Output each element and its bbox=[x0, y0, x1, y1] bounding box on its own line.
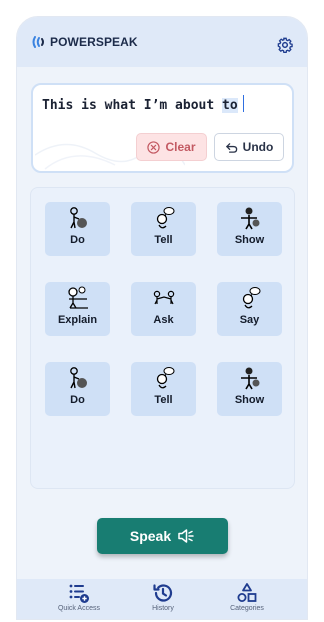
person-showing-icon bbox=[240, 207, 259, 230]
speaker-icon bbox=[178, 529, 194, 543]
sound-waves-icon bbox=[32, 36, 44, 48]
sentence-box[interactable]: This is what I’m about to Clear Undo bbox=[31, 83, 294, 173]
tile-tell[interactable]: Tell bbox=[131, 202, 196, 256]
nav-label: Quick Access bbox=[57, 605, 100, 612]
bottom-navigation: Quick Access History Categories bbox=[17, 579, 307, 619]
nav-label: History bbox=[152, 605, 174, 612]
speak-label: Speak bbox=[129, 528, 172, 544]
tile-tell-2[interactable]: Tell bbox=[131, 362, 196, 416]
brand-logo: POWERSPEAK bbox=[31, 35, 138, 49]
clear-label: Clear bbox=[165, 140, 196, 154]
tile-label: Explain bbox=[57, 314, 98, 326]
tile-label: Do bbox=[70, 234, 85, 246]
tile-explain[interactable]: Explain bbox=[45, 282, 110, 336]
undo-button[interactable]: Undo bbox=[214, 133, 284, 161]
nav-label: Categories bbox=[230, 605, 264, 612]
nav-categories[interactable]: Categories bbox=[207, 582, 287, 619]
tile-show[interactable]: Show bbox=[217, 202, 282, 256]
person-speech-bubble-icon bbox=[156, 207, 174, 229]
tile-do-2[interactable]: Do bbox=[45, 362, 110, 416]
person-showing-icon bbox=[240, 367, 259, 390]
nav-history[interactable]: History bbox=[123, 582, 203, 619]
clear-button[interactable]: Clear bbox=[136, 133, 207, 161]
sentence-words: This is what I’m about bbox=[42, 98, 223, 113]
sentence-text: This is what I’m about to bbox=[42, 95, 245, 113]
nav-quick-access[interactable]: Quick Access bbox=[39, 582, 119, 619]
undo-arrow-icon bbox=[225, 142, 237, 153]
x-circle-icon bbox=[147, 140, 161, 154]
tile-label: Tell bbox=[154, 394, 173, 406]
person-with-ball-icon bbox=[69, 207, 87, 229]
tile-say[interactable]: Say bbox=[217, 282, 282, 336]
list-plus-icon bbox=[69, 584, 89, 603]
person-speech-bubble-icon bbox=[156, 367, 174, 389]
app-screen: POWERSPEAK This is what I’m about to Cle… bbox=[16, 16, 308, 620]
tile-label: Do bbox=[70, 394, 85, 406]
brand-name: POWERSPEAK bbox=[50, 35, 138, 49]
tile-label: Say bbox=[239, 314, 260, 326]
speak-button[interactable]: Speak bbox=[97, 518, 228, 554]
app-header: POWERSPEAK bbox=[17, 17, 307, 67]
two-people-asking-icon bbox=[153, 290, 174, 305]
tile-label: Ask bbox=[153, 314, 174, 326]
history-icon bbox=[153, 584, 173, 602]
gear-icon[interactable] bbox=[277, 37, 293, 53]
sentence-highlighted-word: to bbox=[222, 98, 238, 113]
tile-ask[interactable]: Ask bbox=[131, 282, 196, 336]
text-caret bbox=[242, 95, 245, 112]
tile-label: Tell bbox=[154, 234, 173, 246]
undo-label: Undo bbox=[242, 140, 274, 154]
shapes-icon bbox=[237, 583, 257, 602]
tile-label: Show bbox=[234, 234, 265, 246]
tile-show-2[interactable]: Show bbox=[217, 362, 282, 416]
person-explaining-icon bbox=[67, 286, 88, 309]
tile-do[interactable]: Do bbox=[45, 202, 110, 256]
person-speech-bubble-icon bbox=[242, 287, 260, 309]
tile-label: Show bbox=[234, 394, 265, 406]
person-with-ball-icon bbox=[69, 367, 87, 389]
word-grid: Do Tell Show Explain Ask Say Do Tell Sho… bbox=[30, 187, 295, 489]
